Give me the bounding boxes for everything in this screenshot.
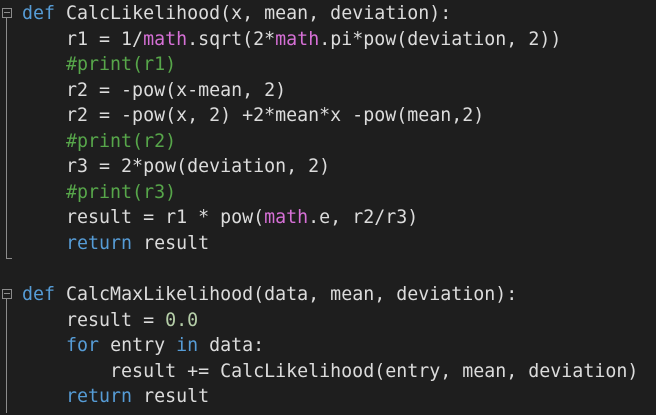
module-name: math [143, 29, 188, 50]
code-text: data: [198, 335, 265, 356]
code-text: .sqrt(2* [187, 29, 276, 50]
fold-guide-line [6, 18, 7, 258]
collapse-toggle-icon[interactable] [2, 289, 12, 299]
function-signature: CalcLikelihood(x, mean, deviation): [55, 3, 452, 24]
module-name: math [275, 29, 320, 50]
code-text: r1 = 1/ [22, 29, 144, 50]
code-line[interactable]: r2 = -pow(x, 2) +2*mean*x -pow(mean,2) [22, 103, 484, 129]
fold-guide-line [6, 299, 7, 413]
code-line[interactable]: result = r1 * pow(math.e, r2/r3) [22, 205, 418, 231]
code-editor[interactable]: def CalcLikelihood(x, mean, deviation): … [0, 0, 656, 415]
module-name: math [264, 207, 309, 228]
code-line[interactable]: r1 = 1/math.sqrt(2*math.pi*pow(deviation… [22, 27, 561, 53]
code-text: result = r1 * pow( [22, 207, 265, 228]
keyword-for: for [66, 335, 100, 356]
code-line[interactable]: def CalcLikelihood(x, mean, deviation): [22, 1, 451, 27]
fold-guide-end [6, 258, 12, 259]
number-literal: 0.0 [165, 310, 199, 331]
keyword-def: def [22, 3, 56, 24]
code-line[interactable]: result = 0.0 [22, 308, 198, 334]
code-line[interactable]: return result [22, 231, 209, 257]
code-line[interactable]: def CalcMaxLikelihood(data, mean, deviat… [22, 282, 517, 308]
code-text: .pi*pow(deviation, 2)) [319, 29, 562, 50]
collapse-toggle-icon[interactable] [2, 8, 12, 18]
keyword-def: def [22, 284, 56, 305]
code-text: .e, r2/r3) [308, 207, 419, 228]
code-text: result [132, 233, 210, 254]
comment-line[interactable]: #print(r3) [22, 180, 176, 206]
keyword-return: return [66, 233, 133, 254]
code-line[interactable]: r3 = 2*pow(deviation, 2) [22, 154, 330, 180]
code-line[interactable]: return result [22, 384, 209, 410]
keyword-in: in [176, 335, 199, 356]
code-text: entry [99, 335, 177, 356]
comment-line[interactable]: #print(r2) [22, 129, 176, 155]
code-line[interactable]: result += CalcLikelihood(entry, mean, de… [22, 359, 638, 385]
code-line[interactable]: for entry in data: [22, 333, 264, 359]
function-signature: CalcMaxLikelihood(data, mean, deviation)… [55, 284, 518, 305]
keyword-return: return [66, 386, 133, 407]
code-text: result [132, 386, 210, 407]
code-text: result = [22, 310, 166, 331]
comment-line[interactable]: #print(r1) [22, 52, 176, 78]
code-line[interactable]: r2 = -pow(x-mean, 2) [22, 78, 286, 104]
